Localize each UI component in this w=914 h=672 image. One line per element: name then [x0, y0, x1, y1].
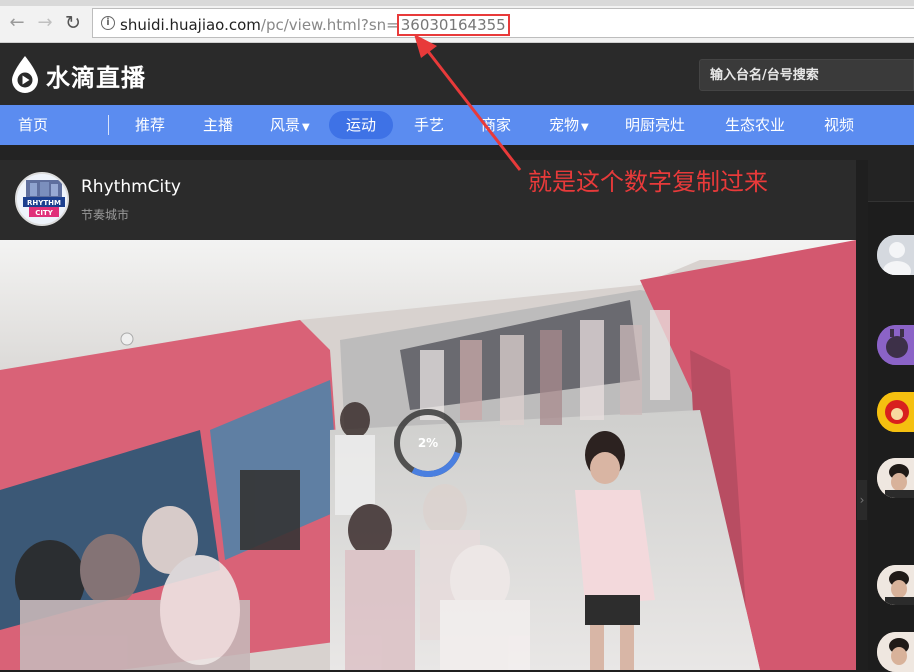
- site-header: 水滴直播: [0, 43, 914, 105]
- nav-item-merchant[interactable]: 商家: [481, 105, 511, 145]
- search-input[interactable]: [700, 60, 913, 90]
- chevron-right-icon[interactable]: ›: [857, 480, 867, 520]
- nav-spacer: [0, 145, 914, 160]
- channel-avatar[interactable]: RHYTHM CITY: [15, 172, 69, 226]
- nav-item-recommend[interactable]: 推荐: [135, 105, 165, 145]
- viewer-avatar[interactable]: [877, 632, 914, 672]
- annotation-text: 就是这个数字复制过来: [528, 168, 768, 196]
- channel-name: RhythmCity: [81, 177, 181, 197]
- side-panel-header: [868, 160, 914, 202]
- url-path: /pc/view.html?sn=: [260, 16, 399, 34]
- viewer-avatar-image: [877, 632, 914, 672]
- arrow-right-icon[interactable]: →: [34, 12, 56, 34]
- nav-item-pets-label: 宠物: [549, 116, 580, 134]
- nav-item-video[interactable]: 视频: [824, 105, 854, 145]
- viewer-avatar[interactable]: [877, 325, 914, 365]
- nav-item-pets[interactable]: 宠物 ▼: [549, 105, 589, 145]
- search-box[interactable]: [699, 59, 914, 91]
- nav-item-kitchen[interactable]: 明厨亮灶: [625, 105, 685, 145]
- viewer-avatar[interactable]: [877, 235, 914, 275]
- nav-item-scenery[interactable]: 风景 ▼: [270, 105, 310, 145]
- info-icon[interactable]: i: [101, 16, 115, 30]
- address-bar[interactable]: i shuidi.huajiao.com/pc/view.html?sn= 360…: [92, 8, 914, 38]
- nav-item-sports[interactable]: 运动: [329, 111, 394, 139]
- loading-percent: 2%: [417, 436, 439, 450]
- viewer-avatar-image: [877, 392, 914, 432]
- viewer-avatar-image: [877, 458, 914, 498]
- user-placeholder-icon: [877, 235, 914, 275]
- url-sn-highlight: 36030164355: [396, 14, 510, 36]
- avatar-text-city: CITY: [35, 209, 54, 217]
- url-host: shuidi.huajiao.com: [120, 16, 261, 34]
- viewer-avatar[interactable]: [877, 565, 914, 605]
- caret-down-icon: ▼: [581, 122, 589, 133]
- browser-toolbar: ← → ↻ i shuidi.huajiao.com/pc/view.html?…: [0, 0, 914, 43]
- tab-strip: [0, 0, 914, 6]
- category-nav: 首页 推荐 主播 风景 ▼ 运动 手艺 商家 宠物 ▼ 明厨亮灶 生态农业 视频: [0, 105, 914, 145]
- droplet-play-icon[interactable]: [10, 55, 40, 93]
- viewer-avatar[interactable]: [877, 392, 914, 432]
- nav-item-scenery-label: 风景: [270, 116, 301, 134]
- channel-logo-image: RHYTHM CITY: [17, 174, 67, 224]
- reload-icon[interactable]: ↻: [62, 12, 84, 34]
- nav-item-agriculture[interactable]: 生态农业: [725, 105, 785, 145]
- url-text[interactable]: shuidi.huajiao.com/pc/view.html?sn= 36030…: [120, 14, 510, 36]
- nav-item-home[interactable]: 首页: [18, 105, 48, 145]
- site-logo-text[interactable]: 水滴直播: [46, 58, 146, 93]
- channel-subtitle: 节奏城市: [81, 208, 130, 222]
- avatar-text-rhythm: RHYTHM: [27, 199, 61, 207]
- viewer-avatar-image: [877, 325, 914, 365]
- viewer-avatar-image: [877, 565, 914, 605]
- caret-down-icon: ▼: [302, 122, 310, 133]
- viewer-avatar[interactable]: [877, 458, 914, 498]
- nav-item-anchor[interactable]: 主播: [203, 105, 233, 145]
- nav-divider: [108, 115, 109, 135]
- nav-item-craft[interactable]: 手艺: [414, 105, 444, 145]
- arrow-left-icon[interactable]: ←: [6, 12, 28, 34]
